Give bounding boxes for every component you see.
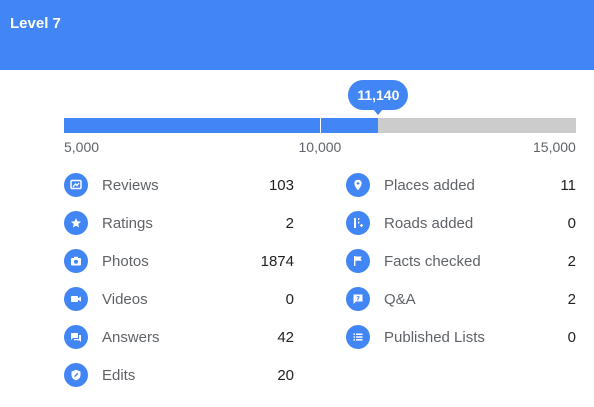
stat-qa: ? Q&A 2 — [346, 280, 576, 318]
stat-photos: Photos 1874 — [64, 242, 294, 280]
stat-value: 0 — [567, 214, 576, 232]
progress-track — [64, 118, 576, 133]
stat-reviews: Reviews 103 — [64, 166, 294, 204]
stat-label: Photos — [102, 252, 149, 270]
reviews-icon — [64, 173, 88, 197]
current-points-badge: 11,140 — [348, 80, 409, 110]
flag-icon — [346, 249, 370, 273]
stat-value: 0 — [567, 328, 576, 346]
stat-value: 2 — [285, 214, 294, 232]
stat-label: Places added — [384, 176, 475, 194]
points-progress: 11,140 5,000 10,000 15,000 — [64, 80, 576, 160]
stat-facts-checked: Facts checked 2 — [346, 242, 576, 280]
qa-icon: ? — [346, 287, 370, 311]
stat-label: Answers — [102, 328, 160, 346]
stat-label: Edits — [102, 366, 136, 384]
tick-min: 5,000 — [64, 139, 100, 155]
star-icon — [64, 211, 88, 235]
stat-value: 103 — [268, 176, 294, 194]
stat-label: Ratings — [102, 214, 153, 232]
stat-value: 11 — [560, 176, 576, 194]
stat-answers: Answers 42 — [64, 318, 294, 356]
list-icon — [346, 325, 370, 349]
video-icon — [64, 287, 88, 311]
stat-videos: Videos 0 — [64, 280, 294, 318]
level-boundary-marker — [320, 118, 321, 133]
road-icon — [346, 211, 370, 235]
stat-value: 0 — [285, 290, 294, 308]
stat-roads-added: Roads added 0 — [346, 204, 576, 242]
stat-value: 1874 — [260, 252, 294, 270]
place-pin-icon — [346, 173, 370, 197]
stat-value: 42 — [277, 328, 294, 346]
answers-icon — [64, 325, 88, 349]
current-points-pointer — [373, 109, 384, 115]
level-header: Level 7 — [0, 0, 594, 70]
stat-ratings: Ratings 2 — [64, 204, 294, 242]
stat-value: 2 — [567, 252, 576, 270]
camera-icon — [64, 249, 88, 273]
stat-label: Facts checked — [384, 252, 481, 270]
stat-value: 2 — [567, 290, 576, 308]
stats-column-right: Places added 11 Roads added 0 Facts chec… — [346, 166, 576, 356]
edit-icon — [64, 363, 88, 387]
level-title: Level 7 — [10, 15, 61, 32]
stat-value: 20 — [277, 366, 294, 384]
tick-mid: 10,000 — [298, 139, 342, 155]
stat-label: Published Lists — [384, 328, 485, 346]
stat-label: Roads added — [384, 214, 474, 232]
stat-label: Videos — [102, 290, 148, 308]
tick-max: 15,000 — [533, 139, 576, 155]
stat-edits: Edits 20 — [64, 356, 294, 394]
stat-places-added: Places added 11 — [346, 166, 576, 204]
stats-column-left: Reviews 103 Ratings 2 Photos 1874 Videos… — [64, 166, 294, 394]
stat-published-lists: Published Lists 0 — [346, 318, 576, 356]
stat-label: Q&A — [384, 290, 416, 308]
stat-label: Reviews — [102, 176, 159, 194]
progress-fill — [64, 118, 379, 133]
svg-text:?: ? — [356, 294, 360, 302]
